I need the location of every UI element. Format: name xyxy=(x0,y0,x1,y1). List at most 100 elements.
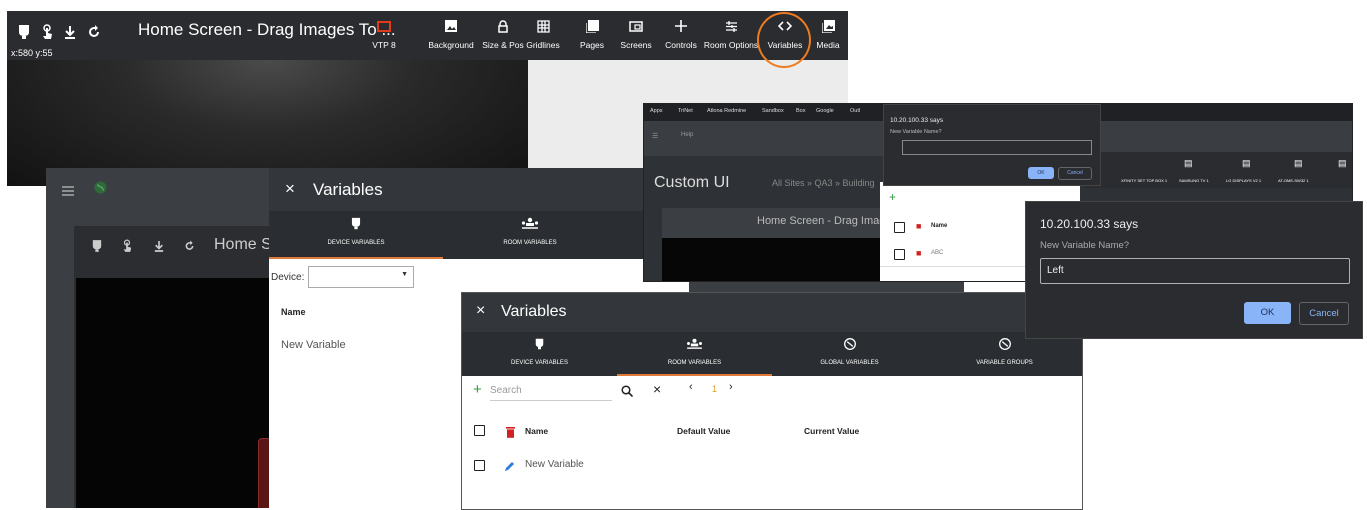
grid-icon xyxy=(518,15,568,37)
refresh-icon[interactable] xyxy=(184,239,195,258)
screen-icon xyxy=(368,15,400,37)
device-label: Device: xyxy=(271,272,305,283)
remote-icon xyxy=(269,217,443,230)
trash-icon[interactable]: ■ xyxy=(916,221,921,231)
ok-button[interactable]: OK xyxy=(1028,167,1054,179)
breadcrumb: All Sites » QA3 » Building xyxy=(772,178,875,188)
tab-room-variables[interactable]: ROOM VARIABLES xyxy=(617,332,772,376)
remote-icon[interactable] xyxy=(92,239,102,258)
page-number: 1 xyxy=(712,384,718,394)
custom-ui-area: Custom UI All Sites » QA3 » Building Hom… xyxy=(644,156,892,281)
cancel-button[interactable]: Cancel xyxy=(1299,302,1349,325)
panel-header: × Variables xyxy=(269,168,689,211)
name-column-header: Name xyxy=(931,223,948,229)
panel-title: Variables xyxy=(313,180,383,199)
screens-label: Screens xyxy=(620,40,652,50)
design-canvas[interactable] xyxy=(76,278,290,508)
remote-icon[interactable] xyxy=(18,24,30,40)
screens-icon xyxy=(616,15,656,37)
tab-bar: DEVICE VARIABLES ROOM VARIABLES xyxy=(269,211,689,259)
cancel-button[interactable]: Cancel xyxy=(1058,167,1092,180)
close-icon[interactable]: × xyxy=(285,179,295,199)
gridlines-button[interactable]: Gridlines xyxy=(518,15,568,59)
room-options-label: Room Options xyxy=(703,40,759,50)
bookmark-trinet[interactable]: TriNet xyxy=(678,108,693,114)
device-label[interactable]: XFINITY SET TOP BOX 1 xyxy=(1121,178,1167,183)
tab-label: GLOBAL VARIABLES xyxy=(820,360,879,366)
room-icon xyxy=(443,217,617,230)
row-checkbox[interactable] xyxy=(894,249,905,260)
tab-label: ROOM VARIABLES xyxy=(503,240,557,246)
variables-highlight-circle xyxy=(757,12,811,68)
download-icon[interactable] xyxy=(64,24,76,40)
pages-icon xyxy=(574,15,610,37)
tab-label: DEVICE VARIABLES xyxy=(327,240,385,246)
ok-button[interactable]: OK xyxy=(1244,302,1291,324)
coordinates-readout: x:580 y:55 xyxy=(11,48,53,58)
background-button[interactable]: Background xyxy=(425,15,477,59)
add-variable-button[interactable]: + xyxy=(889,190,896,204)
search-icon[interactable] xyxy=(621,384,634,402)
device-strip: V 1 XFINITY SET TOP BOX 1 SAMSUNG TV 1 L… xyxy=(1084,152,1352,188)
tab-device-variables[interactable]: DEVICE VARIABLES xyxy=(269,211,443,259)
room-options-button[interactable]: Room Options xyxy=(701,15,761,59)
refresh-icon[interactable] xyxy=(87,24,101,40)
globe-icon xyxy=(94,181,107,199)
controls-button[interactable]: Controls xyxy=(658,15,704,59)
trash-icon[interactable]: ■ xyxy=(916,248,921,258)
pages-button[interactable]: Pages xyxy=(574,15,610,59)
edit-icon[interactable] xyxy=(504,459,516,477)
bookmark-outlook[interactable]: Outl xyxy=(850,108,860,114)
device-label[interactable]: LG DISPLAYS V2 1 xyxy=(1226,178,1261,183)
media-icon xyxy=(812,15,844,37)
tab-global-variables[interactable]: GLOBAL VARIABLES xyxy=(772,332,927,376)
editor-preview: Home Screen - Drag Image xyxy=(662,208,892,281)
variable-name[interactable]: New Variable xyxy=(281,339,346,351)
document-icon: ▤ xyxy=(1184,158,1193,168)
media-button[interactable]: Media xyxy=(812,15,844,59)
touch-icon[interactable] xyxy=(122,239,132,258)
variable-name-input[interactable]: Left xyxy=(1040,258,1350,284)
row-checkbox[interactable] xyxy=(474,460,485,471)
tab-device-variables[interactable]: DEVICE VARIABLES xyxy=(462,332,617,376)
select-all-checkbox[interactable] xyxy=(894,222,905,233)
hamburger-menu-icon[interactable]: ☰ xyxy=(652,132,658,140)
trash-icon[interactable] xyxy=(506,425,515,443)
vtp8-button[interactable]: VTP 8 xyxy=(368,15,400,59)
close-icon[interactable]: × xyxy=(476,302,485,320)
previous-page-icon[interactable]: ‹ xyxy=(689,381,693,393)
clear-search-icon[interactable]: × xyxy=(653,381,661,397)
tab-room-variables[interactable]: ROOM VARIABLES xyxy=(443,211,617,255)
screens-button[interactable]: Screens xyxy=(616,15,656,59)
panel-header: × Variables xyxy=(462,293,1082,332)
download-icon[interactable] xyxy=(154,239,164,258)
variable-name[interactable]: New Variable xyxy=(525,459,584,470)
vtp8-label: VTP 8 xyxy=(372,40,396,50)
current-value-column-header: Current Value xyxy=(804,426,860,436)
screen-title: Home S xyxy=(214,236,272,253)
hamburger-menu-icon[interactable] xyxy=(62,183,74,201)
add-variable-button[interactable]: + xyxy=(473,381,482,398)
variable-name-input[interactable] xyxy=(902,140,1092,155)
controls-label: Controls xyxy=(665,40,697,50)
dialog-prompt: New Variable Name? xyxy=(890,129,942,135)
device-label[interactable]: AT-OME-SW32 1 xyxy=(1278,178,1309,183)
bookmark-apps[interactable]: Apps xyxy=(650,108,663,114)
dialog-title: 10.20.100.33 says xyxy=(890,117,944,124)
sliders-icon xyxy=(701,15,761,37)
variable-name[interactable]: ABC xyxy=(931,250,943,256)
toolbar: Home Screen - Drag Images To ... x:580 y… xyxy=(7,11,848,60)
select-all-checkbox[interactable] xyxy=(474,425,485,436)
next-page-icon[interactable]: › xyxy=(729,381,733,393)
device-label[interactable]: SAMSUNG TV 1 xyxy=(1179,178,1209,183)
search-input[interactable]: Search xyxy=(490,382,612,401)
device-select[interactable]: ▼ xyxy=(308,266,414,288)
help-menu[interactable]: Help xyxy=(681,132,693,138)
design-canvas[interactable] xyxy=(662,238,884,281)
touch-icon[interactable] xyxy=(41,24,53,40)
bookmark-sandbox[interactable]: Sandbox xyxy=(762,108,784,114)
bookmark-redmine[interactable]: Atlona Redmine xyxy=(707,108,746,114)
bookmark-google[interactable]: Google xyxy=(816,108,834,114)
document-icon: ▤ xyxy=(1338,158,1347,168)
bookmark-box[interactable]: Box xyxy=(796,108,805,114)
